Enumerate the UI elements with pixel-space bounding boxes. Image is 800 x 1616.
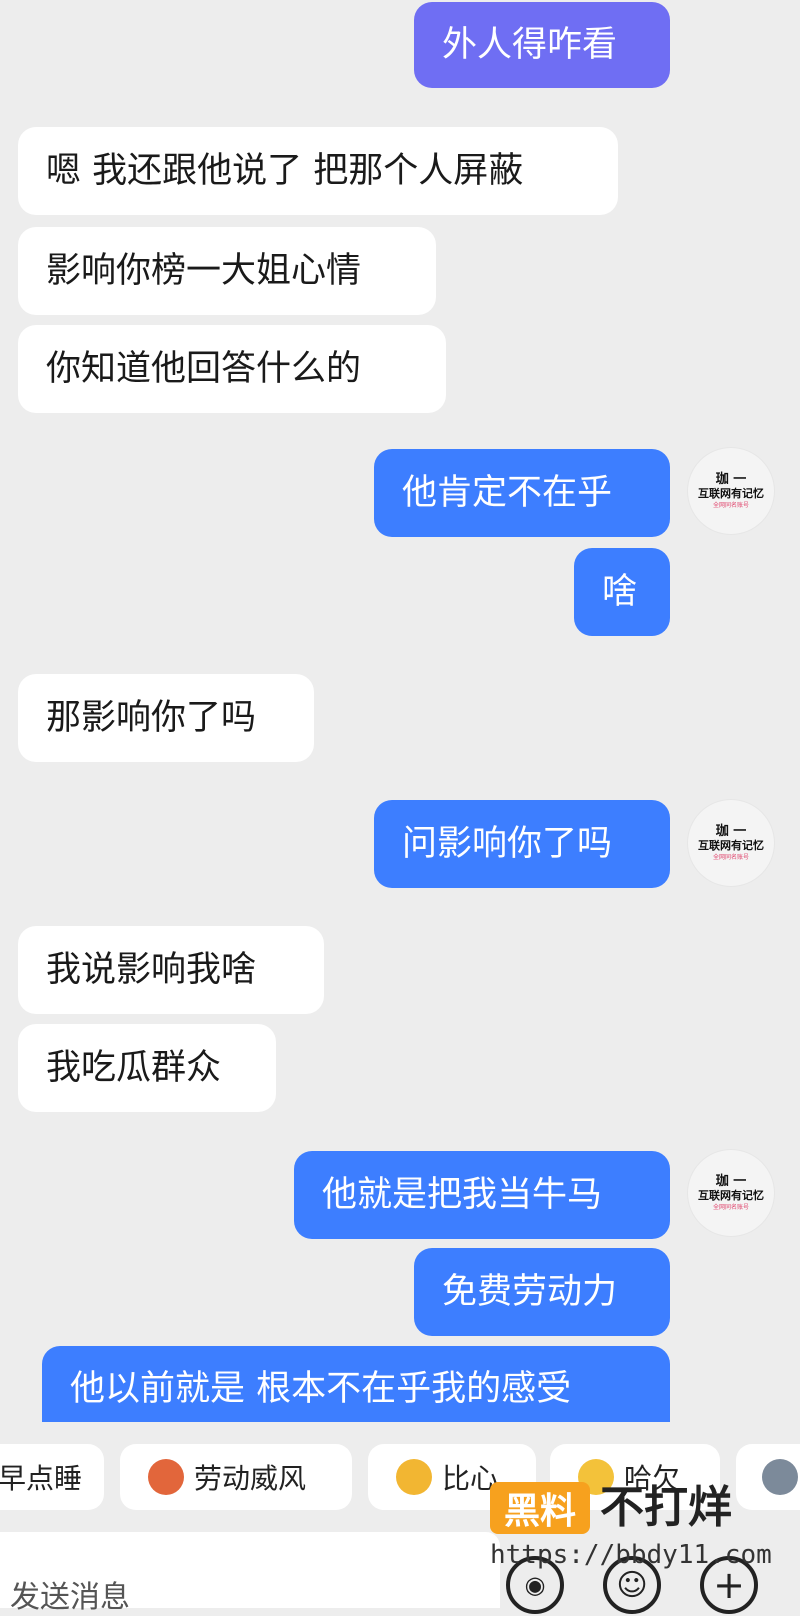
avatar-tiny-text: 全网同名账号 xyxy=(712,1203,749,1211)
message-bubble-outgoing[interactable]: 外人得咋看 xyxy=(414,2,670,88)
watermark-url: https://bbdy11.com xyxy=(490,1540,772,1570)
quick-reply-chip[interactable]: 早点睡 xyxy=(0,1444,104,1510)
heart-emoji-icon xyxy=(396,1459,432,1495)
message-input-placeholder: 发送消息 xyxy=(10,1580,130,1615)
message-input[interactable]: 发送消息 xyxy=(0,1532,500,1615)
user-avatar[interactable]: 珈 一 互联网有记忆 全网同名账号 xyxy=(688,800,774,886)
watermark-badge: 黑料 xyxy=(490,1482,590,1534)
message-bubble-outgoing[interactable]: 啥 xyxy=(574,548,670,636)
quick-reply-label: 劳动威风 xyxy=(194,1462,307,1495)
chat-message-list[interactable]: 外人得咋看 嗯 我还跟他说了 把那个人屏蔽 影响你榜一大姐心情 你知道他回答什么… xyxy=(0,0,800,1422)
message-bubble-incoming[interactable]: 那影响你了吗 xyxy=(18,674,314,762)
avatar-name: 珈 一 xyxy=(715,824,747,840)
user-avatar[interactable]: 珈 一 互联网有记忆 全网同名账号 xyxy=(688,448,774,534)
avatar-subtitle: 互联网有记忆 xyxy=(698,839,764,853)
avatar-tiny-text: 全网同名账号 xyxy=(712,501,749,509)
avatar-name: 珈 一 xyxy=(715,1174,747,1190)
message-bubble-incoming[interactable]: 你知道他回答什么的 xyxy=(18,325,446,413)
message-bubble-incoming[interactable]: 影响你榜一大姐心情 xyxy=(18,227,436,315)
avatar-subtitle: 互联网有记忆 xyxy=(698,487,764,501)
avatar-tiny-text: 全网同名账号 xyxy=(712,853,749,861)
message-bubble-outgoing[interactable]: 免费劳动力 xyxy=(414,1248,670,1336)
user-avatar[interactable]: 珈 一 互联网有记忆 全网同名账号 xyxy=(688,1150,774,1236)
message-bubble-incoming[interactable]: 嗯 我还跟他说了 把那个人屏蔽 xyxy=(18,127,618,215)
message-bubble-incoming[interactable]: 我吃瓜群众 xyxy=(18,1024,276,1112)
wolf-emoji-icon xyxy=(762,1459,798,1495)
watermark-title: 不打烊 xyxy=(600,1482,732,1533)
crab-emoji-icon xyxy=(148,1459,184,1495)
message-bubble-outgoing[interactable]: 他就是把我当牛马 xyxy=(294,1151,670,1239)
quick-reply-chip[interactable]: 劳动威风 xyxy=(120,1444,352,1510)
message-bubble-outgoing[interactable]: 问影响你了吗 xyxy=(374,800,670,888)
message-bubble-outgoing[interactable]: 他肯定不在乎 xyxy=(374,449,670,537)
quick-reply-label: 早点睡 xyxy=(0,1462,83,1495)
message-bubble-incoming[interactable]: 我说影响我啥 xyxy=(18,926,324,1014)
message-bubble-outgoing[interactable]: 他以前就是 根本不在乎我的感受 xyxy=(42,1346,670,1422)
avatar-name: 珈 一 xyxy=(715,472,747,488)
site-watermark: 黑料 不打烊 https://bbdy11.com xyxy=(490,1482,772,1582)
avatar-subtitle: 互联网有记忆 xyxy=(698,1189,764,1203)
